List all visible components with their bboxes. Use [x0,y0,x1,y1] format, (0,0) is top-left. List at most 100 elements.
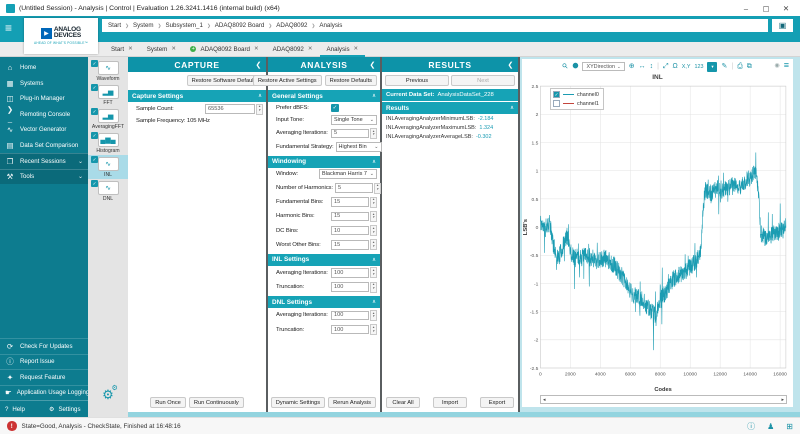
session-export-icon[interactable]: ▣ [772,19,793,32]
inl-checkbox[interactable]: ✓ [91,156,98,163]
collapse-section-icon[interactable]: ∧ [372,257,376,263]
fundamental-bins-stepper[interactable]: ▴▾ [370,197,377,208]
sidebar-item-settings[interactable]: ⚙Settings [44,401,88,417]
channel1-checkbox[interactable] [553,100,560,107]
close-tab-icon[interactable]: ✕ [308,46,313,52]
collapse-section-icon[interactable]: ∧ [372,159,376,165]
legend-item-channel1[interactable]: channel1 [553,100,599,107]
number-of-harmonics-stepper[interactable]: ▴▾ [374,183,381,194]
clear-all-button[interactable]: Clear All [386,397,420,408]
inl-truncation-input[interactable]: 100 [331,282,369,292]
rerun-analysis-button[interactable]: Rerun Analysis [328,397,376,408]
sample-count-stepper[interactable]: ▴▾ [256,104,263,115]
histogram-checkbox[interactable]: ✓ [91,132,98,139]
zoom-icon[interactable]: ⚲ [561,62,570,71]
collapse-section-icon[interactable]: ∧ [258,93,262,99]
breadcrumb-item[interactable]: System [133,22,154,29]
cursor-options-dropdown[interactable]: ▾ [707,62,717,72]
rail-item-averagingfft[interactable]: ✓▂▅AveragingFFT [88,107,128,131]
dc-bins-stepper[interactable]: ▴▾ [370,225,377,236]
sidebar-item-data-set-comparison[interactable]: ▤Data Set Comparison [0,138,88,154]
scroll-left-icon[interactable]: ◂ [543,397,546,403]
input-tone-select[interactable]: Single Tone⌄ [331,115,377,125]
zoom-extents-icon[interactable]: ⤢ [663,63,669,70]
close-icon[interactable]: ✕ [778,4,794,13]
restore-software-defaults-button[interactable]: Restore Software Defaults [187,75,263,86]
xy-direction-select[interactable]: XYDirection⌄ [582,62,624,71]
averagingfft-checkbox[interactable]: ✓ [91,108,98,115]
number-of-harmonics-input[interactable]: 5 [335,183,373,193]
dnl-truncation-input[interactable]: 100 [331,325,369,335]
restore-active-settings-button[interactable]: Restore Active Settings [253,75,322,86]
chart-horizontal-scrollbar[interactable]: ◂ ▸ [540,395,787,404]
export-image-icon[interactable]: ⎙ [737,63,743,70]
inl-averaging-iterations-input[interactable]: 100 [331,268,369,278]
sidebar-item-check-for-updates[interactable]: ⟳Check For Updates [0,338,88,354]
inl-chart-plot[interactable]: -2.5-2-1.5-1-0.500.511.522.5020004000600… [522,82,793,394]
previous-button[interactable]: Previous [385,75,449,86]
sidebar-item-remoting-console[interactable]: ❯_Remoting Console [0,107,88,123]
pan-vertical-icon[interactable]: ↕ [650,63,654,70]
sidebar-item-recent-sessions[interactable]: ❐Recent Sessions⌄ [0,153,88,169]
run-once-button[interactable]: Run Once [150,397,186,408]
collapse-section-icon[interactable]: ∧ [372,299,376,305]
ink-annotate-icon[interactable]: ⬤ [572,64,578,70]
fundamental-strategy-select[interactable]: Highest Bin⌄ [336,142,382,152]
hamburger-menu-icon[interactable]: ≡ [5,22,12,34]
rail-item-histogram[interactable]: ✓▄▆▄Histogram [88,131,128,155]
pan-icon[interactable]: ⊕ [629,63,635,70]
averaging-iterations-input[interactable]: 5 [331,129,369,139]
sidebar-item-systems[interactable]: ▦Systems [0,76,88,92]
minimize-icon[interactable]: – [738,4,754,13]
sidebar-item-help[interactable]: ?Help [0,401,44,417]
info-icon[interactable]: ⓘ [747,421,755,432]
tab-adaq8092-board[interactable]: +ADAQ8092 Board✕ [183,42,266,56]
breadcrumb-item[interactable]: ADAQ8092 Board [215,22,265,29]
worst-other-bins-input[interactable]: 15 [331,240,369,250]
number-format-toggle[interactable]: 123 [694,64,703,70]
fundamental-bins-input[interactable]: 15 [331,197,369,207]
restore-defaults-button[interactable]: Restore Defaults [325,75,377,86]
sample-count-input[interactable]: 65536 [205,104,255,114]
dnl-checkbox[interactable]: ✓ [91,180,98,187]
sidebar-item-home[interactable]: ⌂Home [0,60,88,76]
rail-item-waveform[interactable]: ✓∿Waveform [88,59,128,83]
close-tab-icon[interactable]: ✕ [171,46,176,52]
edit-pencil-icon[interactable]: ✎ [721,63,727,70]
dc-bins-input[interactable]: 10 [331,226,369,236]
close-tab-icon[interactable]: ✕ [354,46,359,52]
dnl-truncation-stepper[interactable]: ▴▾ [370,324,377,335]
export-button[interactable]: Export [480,397,514,408]
pan-horizontal-icon[interactable]: ↔ [639,63,646,70]
waveform-checkbox[interactable]: ✓ [91,60,98,67]
run-continuously-button[interactable]: Run Continuously [189,397,244,408]
tab-adaq8092[interactable]: ADAQ8092✕ [266,42,320,56]
prefer-dbfs-checkbox[interactable]: ✓ [331,104,339,112]
chart-pin-icon[interactable]: ◉ [774,62,779,69]
sidebar-item-vector-generator[interactable]: ∿Vector Generator [0,122,88,138]
collapse-panel-icon[interactable]: ❮ [508,61,514,69]
chart-menu-icon[interactable]: ≡ [784,60,789,70]
copy-chart-icon[interactable]: ⧉ [747,63,752,70]
rail-item-inl[interactable]: ✓∿INL [88,155,128,179]
close-tab-icon[interactable]: ✕ [128,46,133,52]
collapse-panel-icon[interactable]: ❮ [256,61,262,69]
breadcrumb-item[interactable]: Analysis [319,22,342,29]
harmonic-bins-input[interactable]: 15 [331,212,369,222]
next-button[interactable]: Next [451,75,515,86]
fft-checkbox[interactable]: ✓ [91,84,98,91]
legend-item-channel0[interactable]: ✓ channel0 [553,91,599,98]
breadcrumb-item[interactable]: Start [108,22,121,29]
dnl-averaging-iterations-stepper[interactable]: ▴▾ [370,310,377,321]
averaging-iterations-stepper[interactable]: ▴▾ [370,128,377,139]
maximize-icon[interactable]: ▢ [758,4,774,13]
layout-icon[interactable]: ⊞ [786,422,793,431]
tool-settings-gear-icon[interactable]: ⚙⚙ [102,387,114,403]
window-select[interactable]: Blackman Harris 7⌄ [319,169,377,179]
inl-averaging-iterations-stepper[interactable]: ▴▾ [370,267,377,278]
tab-start[interactable]: Start✕ [104,42,140,56]
rail-item-fft[interactable]: ✓▂▅FFT [88,83,128,107]
sidebar-item-app-usage-logging[interactable]: ☛Application Usage Logging [0,385,88,401]
dnl-averaging-iterations-input[interactable]: 100 [331,311,369,321]
collapse-section-icon[interactable]: ∧ [372,93,376,99]
